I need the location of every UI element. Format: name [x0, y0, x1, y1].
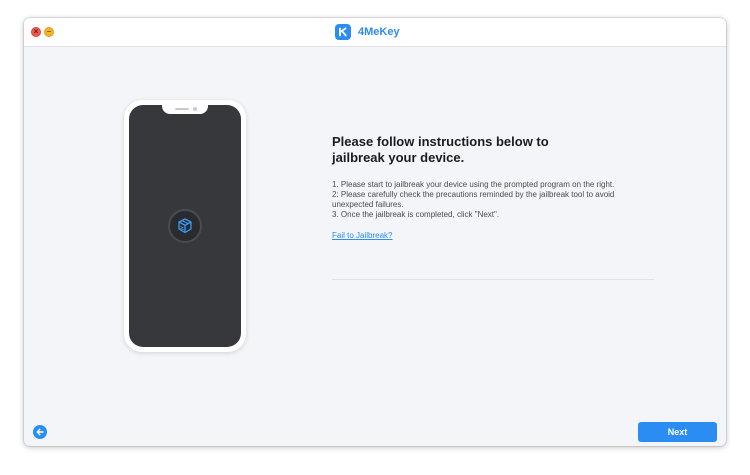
back-button[interactable]	[33, 425, 47, 439]
phone-illustration	[124, 100, 246, 352]
jailbreak-box-icon	[168, 209, 202, 243]
instructions-heading: Please follow instructions below to jail…	[332, 134, 549, 165]
phone-screen	[129, 105, 241, 347]
notch-camera	[193, 107, 197, 111]
instruction-step: 1. Please start to jailbreak your device…	[332, 180, 615, 189]
instructions-panel: Please follow instructions below to jail…	[332, 134, 654, 243]
app-title: 4MeKey	[358, 26, 400, 38]
next-button[interactable]: Next	[638, 422, 717, 442]
instruction-step: 2: Please carefully check the precaution…	[332, 190, 615, 209]
notch-speaker	[175, 108, 189, 110]
content-divider	[332, 279, 654, 280]
minimize-window-button[interactable]: –	[44, 27, 54, 37]
phone-notch	[162, 105, 208, 114]
title-bar: × – 4MeKey	[24, 18, 726, 47]
close-icon: ×	[33, 27, 39, 36]
app-window: × – 4MeKey Please follow instructions be…	[24, 18, 726, 446]
app-brand: 4MeKey	[335, 24, 400, 40]
instruction-step: 3. Once the jailbreak is completed, clic…	[332, 210, 500, 219]
fail-to-jailbreak-link[interactable]: Fail to Jailbreak?	[332, 231, 392, 241]
close-window-button[interactable]: ×	[31, 27, 41, 37]
instructions-steps: 1. Please start to jailbreak your device…	[332, 180, 637, 220]
4mekey-logo-icon	[335, 24, 351, 40]
arrow-left-icon	[36, 428, 44, 436]
minimize-icon: –	[46, 27, 52, 36]
